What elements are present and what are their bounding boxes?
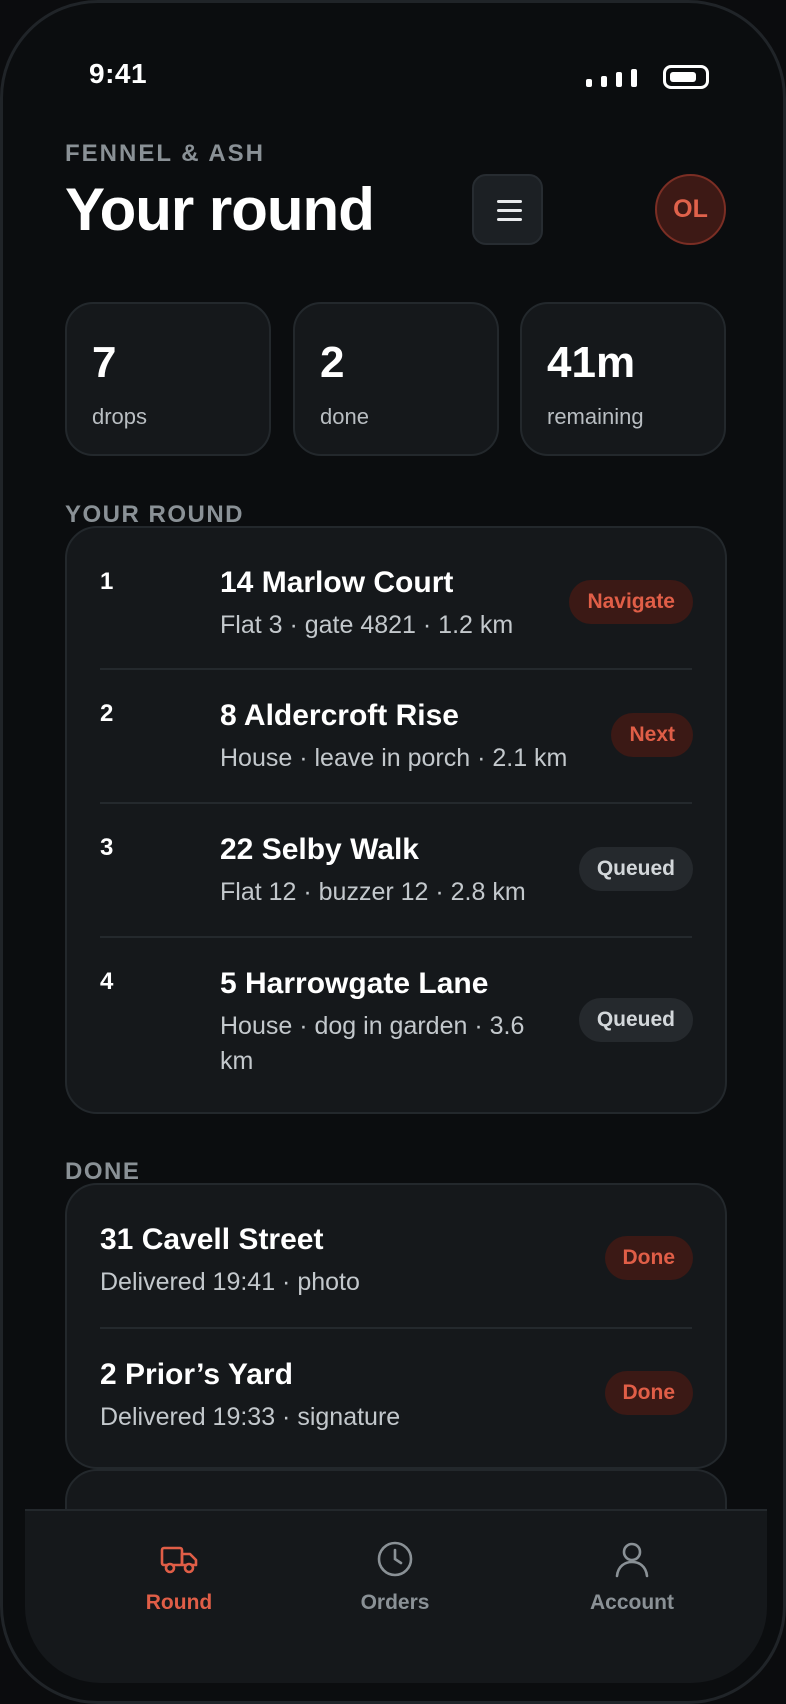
stop-address: 14 Marlow Court xyxy=(220,566,454,599)
tab-bar: Round Orders Account xyxy=(25,1509,767,1683)
stop-number: 4 xyxy=(100,968,114,995)
clock-icon xyxy=(377,1541,413,1577)
done-address: 31 Cavell Street xyxy=(100,1223,324,1256)
signal-icon xyxy=(586,69,642,87)
done-badge: Done xyxy=(604,1236,693,1280)
stat-card-done: 2 done xyxy=(293,302,499,456)
stat-card-drops: 7 drops xyxy=(65,302,271,456)
menu-icon xyxy=(497,200,522,203)
stat-value: 41m xyxy=(547,338,636,387)
stop-address: 22 Selby Walk xyxy=(220,833,419,866)
stat-label: done xyxy=(320,404,369,429)
stat-value: 2 xyxy=(320,338,345,387)
battery-icon xyxy=(663,65,709,89)
round-item[interactable]: 4 5 Harrowgate Lane House · dog in garde… xyxy=(67,938,725,1112)
stop-detail: Flat 3 · gate 4821 · 1.2 km xyxy=(220,611,514,639)
round-item[interactable]: 2 8 Aldercroft Rise House · leave in por… xyxy=(67,670,725,802)
tab-round[interactable]: Round xyxy=(89,1539,269,1639)
stop-address: 8 Aldercroft Rise xyxy=(220,699,459,732)
page-title: Your round xyxy=(65,176,375,243)
stop-number: 2 xyxy=(100,700,114,727)
stat-value: 7 xyxy=(92,338,117,387)
menu-button[interactable] xyxy=(472,174,543,245)
brand-name: FENNEL & ASH xyxy=(65,140,266,167)
done-detail: Delivered 19:41 · photo xyxy=(100,1268,360,1296)
stop-detail: House · leave in porch · 2.1 km xyxy=(220,744,568,772)
status-bar: 9:41 xyxy=(3,3,783,153)
section-heading-done: DONE xyxy=(65,1158,141,1185)
round-item[interactable]: 1 14 Marlow Court Flat 3 · gate 4821 · 1… xyxy=(67,528,725,668)
tab-account[interactable]: Account xyxy=(542,1539,722,1639)
stop-number: 3 xyxy=(100,834,114,861)
queued-badge: Queued xyxy=(578,847,693,891)
stop-detail: House · dog in garden · 3.6 xyxy=(220,1012,525,1040)
tab-label-round: Round xyxy=(145,1591,213,1614)
tab-orders[interactable]: Orders xyxy=(305,1539,485,1639)
round-list: 1 14 Marlow Court Flat 3 · gate 4821 · 1… xyxy=(65,526,727,1114)
done-badge: Done xyxy=(604,1371,693,1415)
tab-label-orders: Orders xyxy=(360,1591,430,1614)
next-badge[interactable]: Next xyxy=(611,713,693,757)
round-item[interactable]: 3 22 Selby Walk Flat 12 · buzzer 12 · 2.… xyxy=(67,804,725,936)
done-item[interactable]: 2 Prior’s Yard Delivered 19:33 · signatu… xyxy=(67,1329,725,1467)
stat-label: drops xyxy=(92,404,148,429)
stop-address: 5 Harrowgate Lane xyxy=(220,967,489,1000)
done-detail: Delivered 19:33 · signature xyxy=(100,1403,401,1431)
stop-detail: Flat 12 · buzzer 12 · 2.8 km xyxy=(220,878,526,906)
done-item[interactable]: 31 Cavell Street Delivered 19:41 · photo… xyxy=(67,1185,725,1327)
done-address: 2 Prior’s Yard xyxy=(100,1358,293,1391)
person-icon xyxy=(615,1542,649,1578)
stat-card-remaining: 41m remaining xyxy=(520,302,726,456)
stat-label: remaining xyxy=(547,404,644,429)
navigate-button[interactable]: Navigate xyxy=(569,580,693,624)
stop-number: 1 xyxy=(100,568,114,595)
done-list: 31 Cavell Street Delivered 19:41 · photo… xyxy=(65,1183,727,1469)
section-heading-round: YOUR ROUND xyxy=(65,501,245,528)
tab-label-account: Account xyxy=(590,1591,674,1614)
avatar[interactable]: OL xyxy=(655,174,726,245)
queued-badge: Queued xyxy=(578,998,693,1042)
stop-detail-wrap: km xyxy=(220,1047,254,1075)
phone-screen: 9:41 FENNEL & ASH Your round OL 7 drops … xyxy=(0,0,786,1704)
truck-icon xyxy=(160,1546,198,1574)
status-time: 9:41 xyxy=(89,58,148,89)
